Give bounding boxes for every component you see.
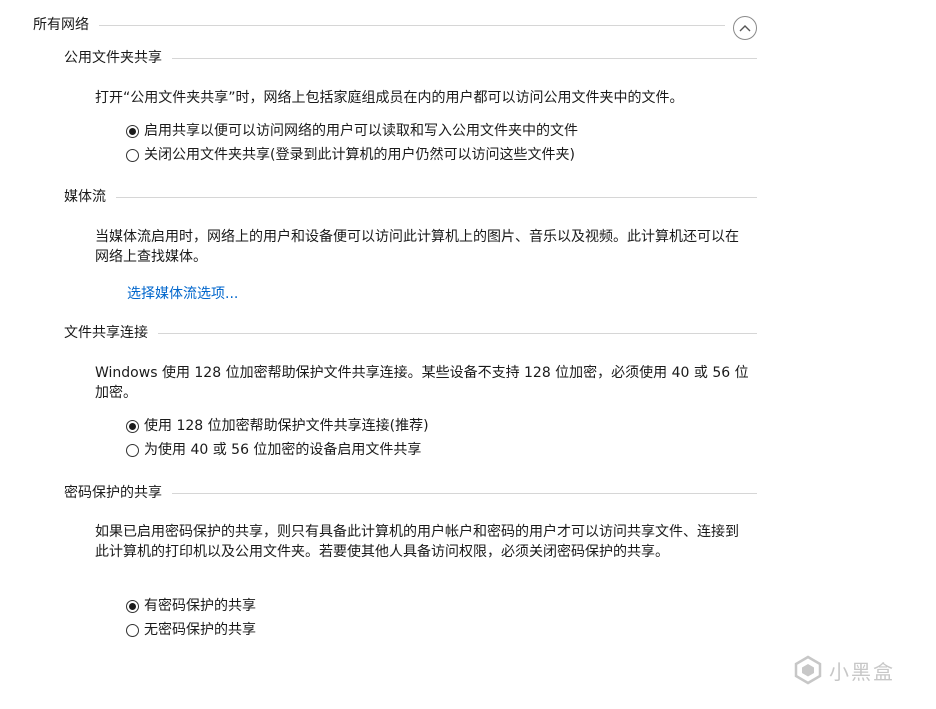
group-title: 所有网络 [33,17,89,33]
radio-password-protected-off[interactable]: 无密码保护的共享 [126,620,256,640]
radio-label: 启用共享以便可以访问网络的用户可以读取和写入公用文件夹中的文件 [144,123,578,139]
radio-button-selected[interactable] [126,124,139,138]
radio-button[interactable] [126,623,139,637]
radio-40-56-bit-encryption[interactable]: 为使用 40 或 56 位加密的设备启用文件共享 [126,440,421,460]
section-description: 如果已启用密码保护的共享，则只有具备此计算机的用户帐户和密码的用户才可以访问共享… [95,524,739,560]
radio-button-selected[interactable] [126,599,139,613]
separator-line [158,332,757,334]
radio-128-bit-encryption[interactable]: 使用 128 位加密帮助保护文件共享连接(推荐) [126,416,429,436]
section-description: 当媒体流启用时，网络上的用户和设备便可以访问此计算机上的图片、音乐以及视频。此计… [95,229,739,265]
radio-label: 使用 128 位加密帮助保护文件共享连接(推荐) [144,418,429,434]
section-title: 媒体流 [64,189,106,205]
section-title: 密码保护的共享 [64,485,162,501]
section-title: 文件共享连接 [64,325,148,341]
radio-button[interactable] [126,443,139,457]
separator-line [99,24,725,26]
separator-line [172,492,757,494]
chevron-up-icon [739,25,751,32]
section-header-media-streaming: 媒体流 [64,187,757,207]
radio-enable-public-sharing[interactable]: 启用共享以便可以访问网络的用户可以读取和写入公用文件夹中的文件 [126,121,578,141]
radio-label: 无密码保护的共享 [144,622,256,638]
section-description: Windows 使用 128 位加密帮助保护文件共享连接。某些设备不支持 128… [95,365,749,401]
radio-label: 关闭公用文件夹共享(登录到此计算机的用户仍然可以访问这些文件夹) [144,147,575,163]
radio-label: 为使用 40 或 56 位加密的设备启用文件共享 [144,442,422,458]
watermark-text: 小黑盒 [829,659,895,684]
section-header-password-protected-sharing: 密码保护的共享 [64,483,757,503]
media-streaming-options-link[interactable]: 选择媒体流选项... [127,284,238,304]
radio-password-protected-on[interactable]: 有密码保护的共享 [126,596,256,616]
radio-disable-public-sharing[interactable]: 关闭公用文件夹共享(登录到此计算机的用户仍然可以访问这些文件夹) [126,145,575,165]
section-header-public-folder: 公用文件夹共享 [64,48,757,68]
separator-line [116,196,757,198]
group-header-all-networks: 所有网络 [33,15,725,35]
separator-line [172,57,757,59]
watermark: 小黑盒 [793,655,895,685]
heybox-logo-icon [794,655,822,685]
section-title: 公用文件夹共享 [64,50,162,66]
radio-button-selected[interactable] [126,419,139,433]
radio-button[interactable] [126,148,139,162]
collapse-button[interactable] [733,16,757,40]
section-description: 打开“公用文件夹共享”时，网络上包括家庭组成员在内的用户都可以访问公用文件夹中的… [95,90,684,106]
section-header-file-sharing-connections: 文件共享连接 [64,323,757,343]
radio-label: 有密码保护的共享 [144,598,256,614]
